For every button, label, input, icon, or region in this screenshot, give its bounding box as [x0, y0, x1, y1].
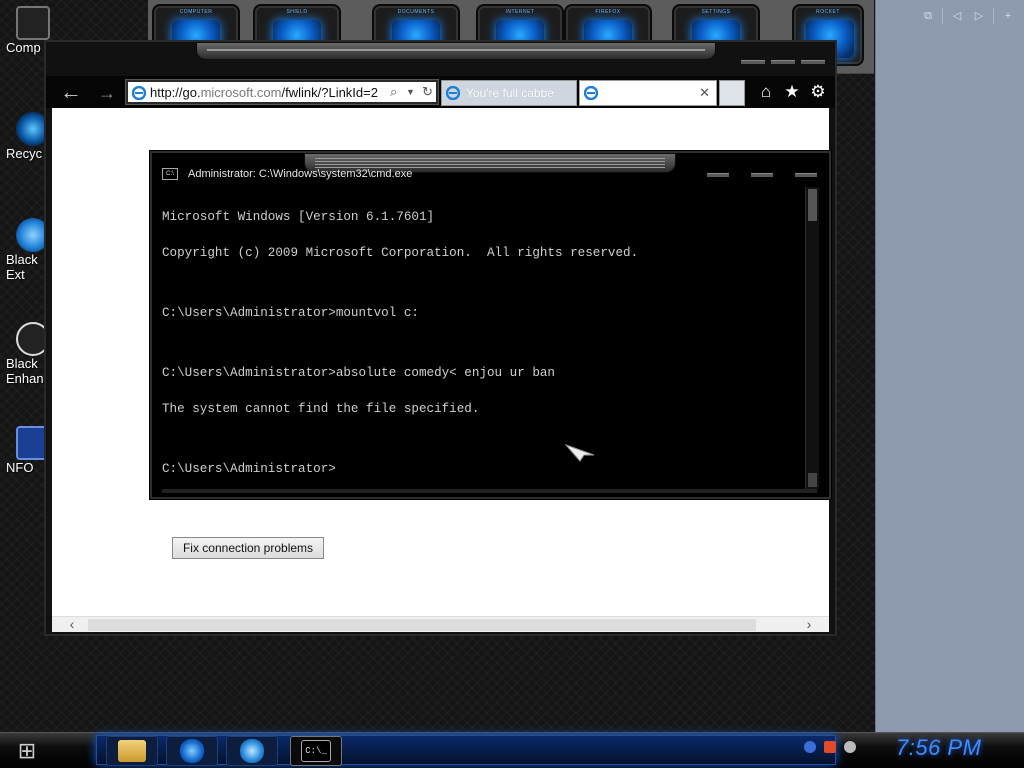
- scroll-right-icon[interactable]: ›: [801, 617, 817, 633]
- toolbar-separator: [942, 8, 943, 24]
- taskbar-ie-button[interactable]: [226, 736, 278, 766]
- horizontal-scrollbar[interactable]: ‹ ›: [52, 616, 829, 632]
- explorer-folder-icon: [118, 740, 146, 762]
- cmd-icon: C:\_: [301, 740, 331, 762]
- cmd-title: Administrator: C:\Windows\system32\cmd.e…: [188, 168, 413, 180]
- forward-arrow-icon[interactable]: →: [98, 84, 118, 104]
- address-url[interactable]: http://go.microsoft.com/fwlink/?LinkId=2: [150, 85, 386, 101]
- next-icon[interactable]: ▷: [971, 8, 987, 24]
- cmd-bottom-bar: [162, 489, 817, 493]
- network-tray-icon[interactable]: [804, 741, 816, 753]
- console-line: C:\Users\Administrator>: [162, 462, 336, 476]
- console-line: The system cannot find the file specifie…: [162, 402, 480, 416]
- previous-icon[interactable]: ◁: [949, 8, 965, 24]
- internet-explorer-icon: [446, 86, 460, 100]
- scrollbar-thumb[interactable]: [808, 189, 817, 221]
- mouse-cursor-icon: [564, 443, 595, 462]
- window-grip-handle[interactable]: [196, 42, 716, 60]
- taskbar-clock[interactable]: 7:56 PM: [896, 735, 1016, 763]
- taskbar: ⊞ C:\_ 7:56 PM: [0, 732, 1024, 768]
- flag-tray-icon[interactable]: [824, 741, 836, 753]
- taskbar-globe-button[interactable]: [166, 736, 218, 766]
- dropdown-chevron-icon[interactable]: ▼: [406, 87, 415, 97]
- fix-connection-problems-button[interactable]: Fix connection problems: [172, 537, 324, 559]
- internet-explorer-icon: [132, 86, 146, 100]
- taskbar-cmd-button[interactable]: C:\_: [290, 736, 342, 766]
- cmd-icon: C:\: [162, 168, 178, 180]
- back-arrow-icon[interactable]: ←: [60, 81, 84, 104]
- close-tab-icon[interactable]: ✕: [699, 85, 710, 101]
- settings-gear-icon[interactable]: ⚙: [809, 82, 827, 102]
- add-icon[interactable]: +: [1000, 8, 1016, 24]
- console-line: Microsoft Windows [Version 6.1.7601]: [162, 210, 435, 224]
- console-line: C:\Users\Administrator>absolute comedy< …: [162, 366, 555, 380]
- start-button[interactable]: ⊞: [8, 737, 46, 765]
- toolbar-separator: [993, 8, 994, 24]
- cmd-console[interactable]: Microsoft Windows [Version 6.1.7601] Cop…: [162, 187, 802, 487]
- close-button[interactable]: [795, 173, 817, 177]
- taskbar-explorer-button[interactable]: [106, 736, 158, 766]
- globe-icon: [180, 739, 204, 763]
- minimize-button[interactable]: [741, 60, 765, 64]
- vertical-scrollbar[interactable]: [805, 187, 819, 489]
- url-domain: microsoft.com: [200, 85, 282, 100]
- maximize-button[interactable]: [771, 60, 795, 64]
- console-line: Copyright (c) 2009 Microsoft Corporation…: [162, 246, 639, 260]
- url-prefix: http://go.: [150, 85, 201, 100]
- refresh-icon[interactable]: ↻: [422, 84, 433, 100]
- window-controls: [741, 60, 825, 64]
- close-button[interactable]: [801, 60, 825, 64]
- right-side-panel: ⧉ ◁ ▷ +: [875, 0, 1024, 732]
- url-suffix: /fwlink/?LinkId=2: [281, 85, 378, 100]
- computer-icon: [16, 6, 50, 40]
- internet-explorer-icon: [240, 739, 264, 763]
- system-tray: [804, 741, 856, 753]
- tab-active[interactable]: ✕: [579, 80, 717, 106]
- scroll-left-icon[interactable]: ‹: [64, 617, 80, 633]
- new-tab-button[interactable]: [719, 80, 745, 106]
- minimize-button[interactable]: [707, 173, 729, 177]
- internet-explorer-icon: [584, 86, 598, 100]
- restore-window-icon[interactable]: ⧉: [920, 8, 936, 24]
- maximize-button[interactable]: [751, 173, 773, 177]
- volume-tray-icon[interactable]: [844, 741, 856, 753]
- browser-toolbar: ← → http://go.microsoft.com/fwlink/?Link…: [46, 76, 835, 108]
- scrollbar-thumb[interactable]: [88, 619, 756, 631]
- cmd-titlebar[interactable]: C:\ Administrator: C:\Windows\system32\c…: [162, 166, 412, 182]
- address-bar[interactable]: http://go.microsoft.com/fwlink/?LinkId=2…: [126, 80, 438, 104]
- console-line: C:\Users\Administrator>mountvol c:: [162, 306, 419, 320]
- search-icon[interactable]: ⌕: [390, 84, 397, 100]
- home-icon[interactable]: ⌂: [757, 82, 775, 102]
- tab-youre-full-cabbe[interactable]: You're full cabbe: [441, 80, 577, 106]
- favorites-icon[interactable]: ★: [783, 82, 801, 102]
- window-controls: [707, 173, 817, 177]
- cmd-window: C:\ Administrator: C:\Windows\system32\c…: [150, 151, 831, 499]
- scroll-down-icon[interactable]: [808, 473, 817, 487]
